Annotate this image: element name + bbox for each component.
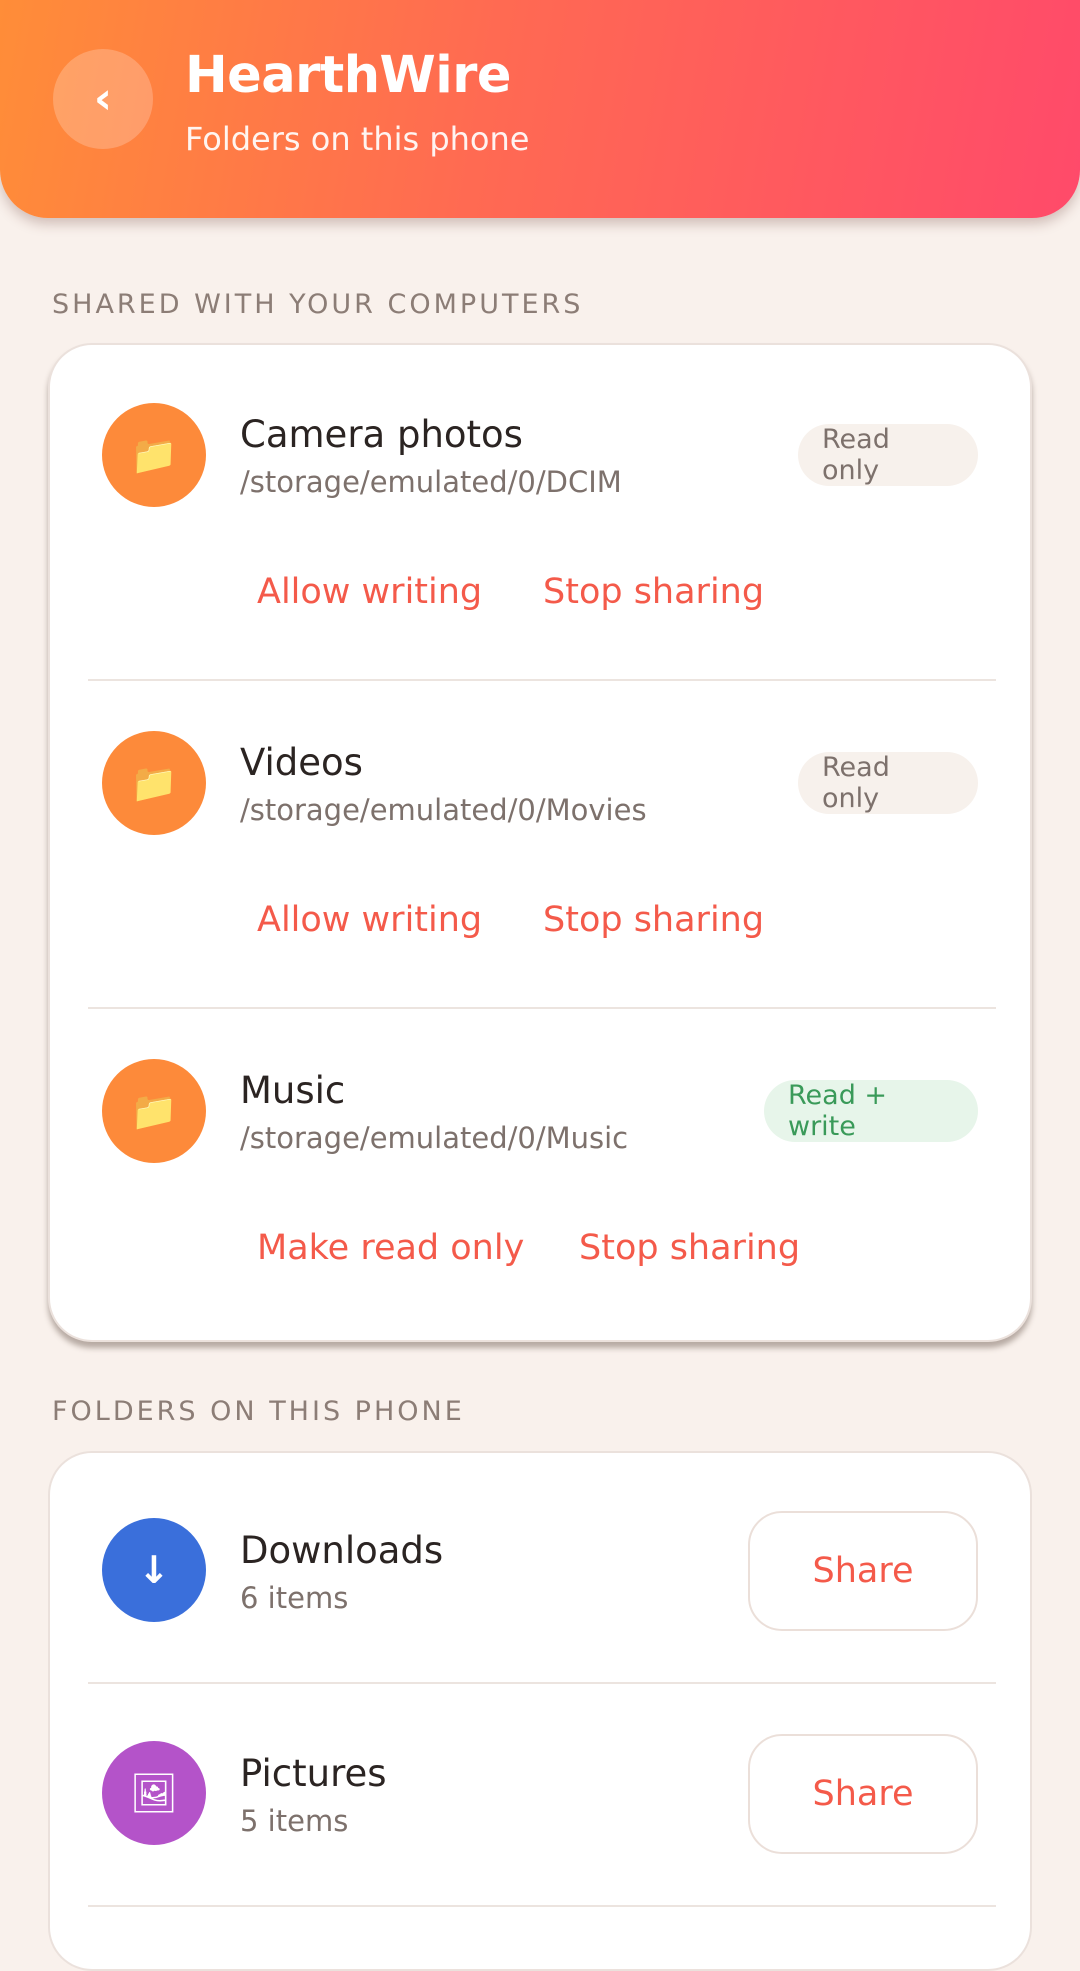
access-badge: Read only bbox=[798, 752, 978, 814]
share-button[interactable]: Share bbox=[748, 1734, 978, 1854]
app-subtitle: Folders on this phone bbox=[185, 120, 530, 158]
folder-icon: 📁 bbox=[102, 1059, 206, 1163]
divider bbox=[88, 679, 996, 681]
divider bbox=[88, 1682, 996, 1684]
folder-path: /storage/emulated/0/Music bbox=[240, 1121, 629, 1155]
picture-frame-icon: 🖼 bbox=[102, 1741, 206, 1845]
access-badge: Read + write bbox=[764, 1080, 978, 1142]
app-title: HearthWire bbox=[185, 46, 512, 105]
phone-folders-card: ↓ Downloads 6 items Share 🖼 Pictures 5 i… bbox=[48, 1451, 1032, 1971]
divider bbox=[88, 1905, 996, 1907]
section-label-shared: SHARED WITH YOUR COMPUTERS bbox=[52, 289, 584, 320]
folder-name: Music bbox=[240, 1069, 346, 1112]
access-badge: Read only bbox=[798, 424, 978, 486]
folder-item-count: 5 items bbox=[240, 1804, 349, 1838]
share-button[interactable]: Share bbox=[748, 1511, 978, 1631]
make-read-only-button[interactable]: Make read only bbox=[257, 1228, 524, 1268]
folder-icon: 📁 bbox=[102, 731, 206, 835]
folder-name: Camera photos bbox=[240, 413, 523, 456]
allow-writing-button[interactable]: Allow writing bbox=[257, 572, 482, 612]
stop-sharing-button[interactable]: Stop sharing bbox=[579, 1228, 800, 1268]
section-label-phone: FOLDERS ON THIS PHONE bbox=[52, 1396, 465, 1427]
folder-name: Videos bbox=[240, 741, 363, 784]
folder-path: /storage/emulated/0/Movies bbox=[240, 793, 647, 827]
stop-sharing-button[interactable]: Stop sharing bbox=[543, 572, 764, 612]
stop-sharing-button[interactable]: Stop sharing bbox=[543, 900, 764, 940]
chevron-left-icon: ‹ bbox=[93, 73, 113, 124]
folder-name: Downloads bbox=[240, 1529, 444, 1572]
folder-path: /storage/emulated/0/DCIM bbox=[240, 465, 622, 499]
back-button[interactable]: ‹ bbox=[53, 49, 153, 149]
divider bbox=[88, 1007, 996, 1009]
download-arrow-icon: ↓ bbox=[102, 1518, 206, 1622]
app-header: ‹ HearthWire Folders on this phone bbox=[0, 0, 1080, 218]
shared-folders-card: 📁 Camera photos /storage/emulated/0/DCIM… bbox=[48, 343, 1032, 1342]
folder-name: Pictures bbox=[240, 1752, 387, 1795]
folder-item-count: 6 items bbox=[240, 1581, 349, 1615]
allow-writing-button[interactable]: Allow writing bbox=[257, 900, 482, 940]
folder-icon: 📁 bbox=[102, 403, 206, 507]
